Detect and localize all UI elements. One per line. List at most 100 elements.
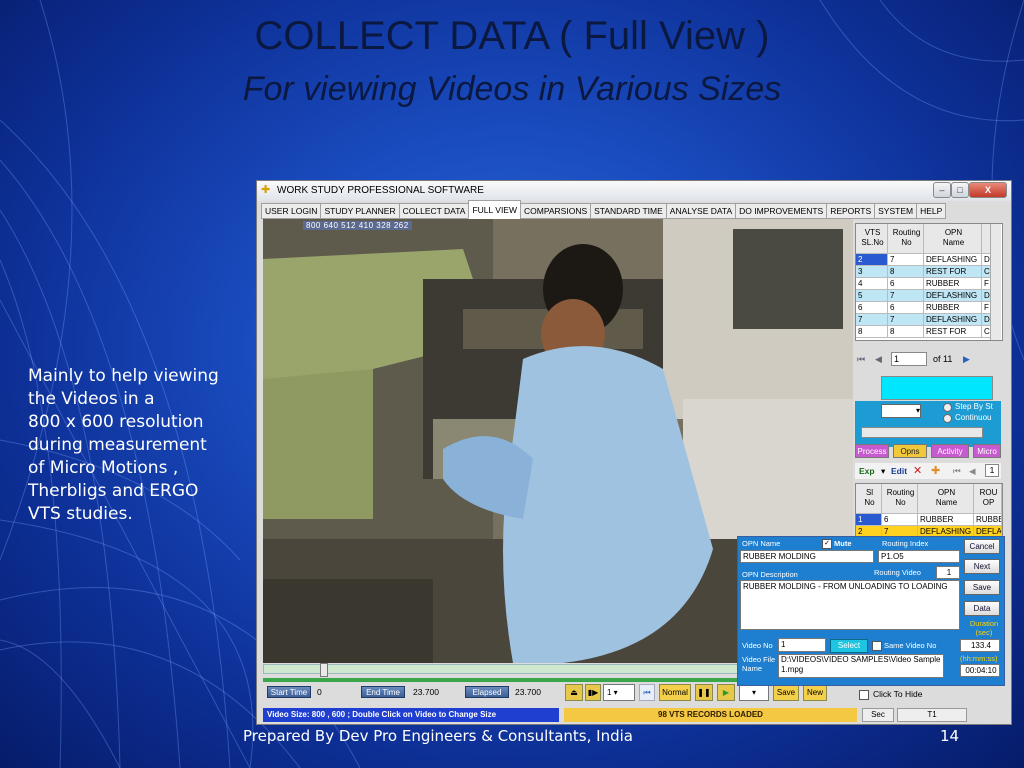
video-size-options[interactable]: 800 640 512 410 328 262 bbox=[303, 221, 412, 230]
grid-vertical-scrollbar[interactable] bbox=[990, 224, 1001, 340]
table-cell-name: RUBBER bbox=[918, 514, 974, 526]
mute-checkbox[interactable]: ✓ bbox=[822, 539, 832, 549]
routing-video-field[interactable]: 1 bbox=[936, 566, 960, 579]
table-cell-name: DEFLASHING bbox=[924, 314, 982, 326]
table-cell-name: DEFLASHING bbox=[924, 254, 982, 266]
grid-page-input[interactable]: 1 bbox=[985, 464, 999, 477]
status-records-loaded: 98 VTS RECORDS LOADED bbox=[564, 708, 857, 722]
seek-thumb[interactable] bbox=[320, 663, 328, 677]
tab-study-planner[interactable]: STUDY PLANNER bbox=[320, 203, 400, 219]
table-row[interactable]: 7 7 DEFLASHING D bbox=[856, 314, 994, 326]
duration-field[interactable]: 133.4 bbox=[960, 639, 1000, 652]
table-row[interactable]: 4 6 RUBBER F bbox=[856, 278, 994, 290]
pause-icon[interactable]: ❚❚ bbox=[695, 684, 713, 701]
radio-continuous[interactable] bbox=[943, 414, 952, 423]
tab-user-login[interactable]: USER LOGIN bbox=[261, 203, 322, 219]
window-titlebar: ✚ WORK STUDY PROFESSIONAL SOFTWARE – □ X bbox=[257, 181, 1011, 201]
tab-activity[interactable]: Activity bbox=[931, 444, 969, 458]
video-file-label: Video File Name bbox=[742, 655, 776, 673]
table-cell-name: RUBBER bbox=[924, 302, 982, 314]
panel-tabs: Process Opns Activity Micro bbox=[855, 444, 1001, 459]
save-button[interactable]: Save bbox=[964, 580, 1000, 595]
skip-back-icon[interactable]: ⏮ bbox=[639, 684, 655, 701]
radio-step-by-step[interactable] bbox=[943, 403, 952, 412]
header-routing-no: Routing No bbox=[888, 224, 924, 254]
tab-full-view[interactable]: FULL VIEW bbox=[468, 200, 521, 219]
table-cell-op: RUBBE bbox=[974, 514, 1002, 526]
video-no-field[interactable]: 1 bbox=[778, 638, 826, 652]
tab-micro[interactable]: Micro bbox=[973, 444, 1001, 458]
tab-process[interactable]: Process bbox=[855, 444, 889, 458]
extra-select[interactable]: ▾ bbox=[739, 684, 769, 701]
close-button[interactable]: X bbox=[969, 182, 1007, 198]
video-file-field[interactable]: D:\VIDEOS\VIDEO SAMPLES\Video Sample 1.m… bbox=[778, 654, 944, 678]
hms-field[interactable]: 00:04:10 bbox=[960, 664, 1000, 677]
table-row[interactable]: 3 8 REST FOR C bbox=[856, 266, 994, 278]
tab-help[interactable]: HELP bbox=[916, 203, 947, 219]
add-icon[interactable]: ✚ bbox=[931, 464, 940, 477]
status-sec[interactable]: Sec bbox=[862, 708, 894, 722]
tab-do-improvements[interactable]: DO IMPROVEMENTS bbox=[735, 203, 828, 219]
first-record-icon[interactable]: ⏮ bbox=[857, 354, 865, 365]
tab-reports[interactable]: REPORTS bbox=[826, 203, 876, 219]
table-row[interactable]: 6 6 RUBBER F bbox=[856, 302, 994, 314]
select-video-button[interactable]: Select bbox=[830, 639, 868, 653]
dropdown-arrow-icon[interactable]: ▾ bbox=[881, 466, 885, 477]
normal-button[interactable]: Normal bbox=[659, 684, 691, 701]
cancel-button[interactable]: Cancel bbox=[964, 539, 1000, 554]
header-routing-no: Routing No bbox=[882, 484, 918, 514]
play-icon[interactable]: ▶ bbox=[717, 684, 735, 701]
next-record-icon[interactable]: ▶ bbox=[963, 354, 970, 365]
grid-first-icon[interactable]: ⏮ bbox=[953, 466, 961, 477]
record-page-input[interactable]: 1 bbox=[891, 352, 927, 366]
table-row[interactable]: 5 7 DEFLASHING D bbox=[856, 290, 994, 302]
tab-analyse-data[interactable]: ANALYSE DATA bbox=[665, 203, 737, 219]
option-dropdown[interactable]: ▾ bbox=[881, 404, 921, 418]
click-to-hide-checkbox[interactable] bbox=[859, 690, 869, 700]
hms-label: (hh:mm:ss) bbox=[960, 654, 998, 663]
table-cell-routing: 7 bbox=[888, 290, 924, 302]
opns-grid[interactable]: Sl No Routing No OPN Name ROU OP 1 6 RUBBE… bbox=[855, 483, 1003, 539]
status-t1[interactable]: T1 bbox=[897, 708, 967, 722]
table-row[interactable]: 1 6 RUBBER RUBBE bbox=[856, 514, 1002, 526]
prev-record-icon[interactable]: ◀ bbox=[875, 354, 882, 365]
delete-icon[interactable]: ✕ bbox=[913, 464, 922, 477]
tab-opns[interactable]: Opns bbox=[893, 444, 927, 458]
tab-standard-time[interactable]: STANDARD TIME bbox=[590, 203, 667, 219]
table-row[interactable]: 8 8 REST FOR C bbox=[856, 326, 994, 338]
speed-select[interactable]: 1 ▾ bbox=[603, 684, 635, 701]
options-horizontal-scrollbar[interactable] bbox=[861, 427, 983, 438]
header-opn-name: OPN Name bbox=[924, 224, 982, 254]
header-routing-op: ROU OP bbox=[974, 484, 1002, 514]
tab-comparsions[interactable]: COMPARSIONS bbox=[520, 203, 592, 219]
grid-toolbar: Exp ▾ Edit ✕ ✚ ⏮ ◀ 1 bbox=[855, 463, 1001, 479]
tab-collect-data[interactable]: COLLECT DATA bbox=[398, 203, 470, 219]
speed-value: 1 bbox=[607, 688, 612, 697]
start-time-button[interactable]: Start Time bbox=[267, 686, 311, 698]
opn-details-panel: OPN Name ✓ Mute Routing Index RUBBER MOL… bbox=[737, 536, 1005, 686]
table-cell-sl: 4 bbox=[856, 278, 888, 290]
next-button[interactable]: Next bbox=[964, 559, 1000, 574]
opn-description-field[interactable]: RUBBER MOLDING - FROM UNLOADING TO LOADI… bbox=[740, 580, 960, 630]
export-button[interactable]: Exp bbox=[859, 466, 875, 476]
click-to-hide-toggle[interactable]: Click To Hide bbox=[859, 688, 999, 702]
elapsed-button[interactable]: Elapsed bbox=[465, 686, 509, 698]
data-button[interactable]: Data bbox=[964, 601, 1000, 616]
maximize-button[interactable]: □ bbox=[951, 182, 969, 198]
same-video-checkbox[interactable] bbox=[872, 641, 882, 651]
end-time-button[interactable]: End Time bbox=[361, 686, 405, 698]
page-number: 14 bbox=[940, 727, 960, 745]
step-icon[interactable]: ▮▶ bbox=[585, 684, 601, 701]
grid-prev-icon[interactable]: ◀ bbox=[969, 466, 976, 477]
toolbar-new-button[interactable]: New bbox=[803, 684, 827, 701]
opn-name-field[interactable]: RUBBER MOLDING bbox=[740, 550, 874, 563]
vts-records-grid[interactable]: VTS SL.No Routing No OPN Name 2 7 DEFLASHI… bbox=[855, 223, 1003, 341]
table-row[interactable]: 2 7 DEFLASHING D bbox=[856, 254, 994, 266]
tab-system[interactable]: SYSTEM bbox=[874, 203, 918, 219]
toolbar-save-button[interactable]: Save bbox=[773, 684, 799, 701]
edit-button[interactable]: Edit bbox=[891, 466, 907, 476]
highlight-field[interactable] bbox=[881, 376, 993, 400]
minimize-button[interactable]: – bbox=[933, 182, 951, 198]
routing-index-field[interactable]: P1.O5 bbox=[878, 550, 960, 563]
eject-icon[interactable]: ⏏ bbox=[565, 684, 583, 701]
